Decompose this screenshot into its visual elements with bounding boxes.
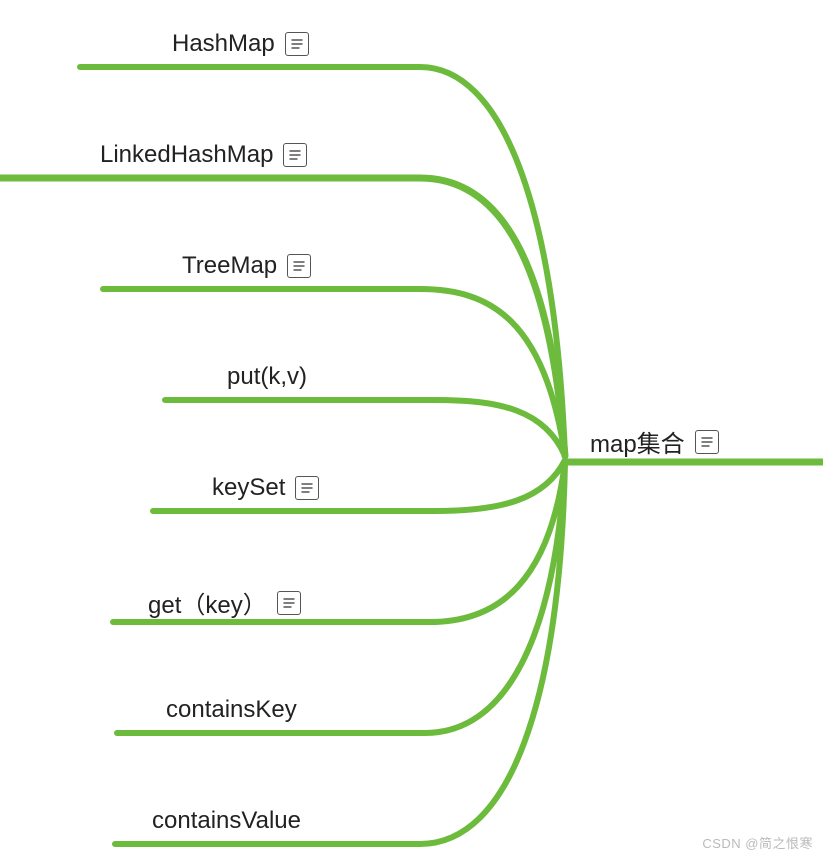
root-label: map集合 xyxy=(590,424,685,459)
note-icon[interactable] xyxy=(283,143,307,167)
node-label: get（key） xyxy=(148,585,267,620)
child-node-hashmap[interactable]: HashMap xyxy=(172,30,309,58)
node-label: containsValue xyxy=(152,807,301,835)
note-icon[interactable] xyxy=(295,476,319,500)
child-node-containsvalue[interactable]: containsValue xyxy=(152,807,301,835)
child-node-get[interactable]: get（key） xyxy=(148,585,301,620)
node-label: put(k,v) xyxy=(227,363,307,391)
child-node-linkedhashmap[interactable]: LinkedHashMap xyxy=(100,141,307,169)
node-label: containsKey xyxy=(166,696,297,724)
root-node[interactable]: map集合 xyxy=(590,424,719,459)
node-label: keySet xyxy=(212,474,285,502)
node-label: TreeMap xyxy=(182,252,277,280)
watermark-text: CSDN @简之恨寒 xyxy=(702,833,813,852)
child-node-containskey[interactable]: containsKey xyxy=(166,696,297,724)
node-label: HashMap xyxy=(172,30,275,58)
mindmap-canvas: { "root": { "label": "map集合", "has_note"… xyxy=(0,0,823,862)
child-node-keyset[interactable]: keySet xyxy=(212,474,319,502)
note-icon[interactable] xyxy=(285,32,309,56)
child-node-treemap[interactable]: TreeMap xyxy=(182,252,311,280)
note-icon[interactable] xyxy=(695,430,719,454)
node-label: LinkedHashMap xyxy=(100,141,273,169)
note-icon[interactable] xyxy=(277,591,301,615)
note-icon[interactable] xyxy=(287,254,311,278)
child-node-put[interactable]: put(k,v) xyxy=(227,363,307,391)
